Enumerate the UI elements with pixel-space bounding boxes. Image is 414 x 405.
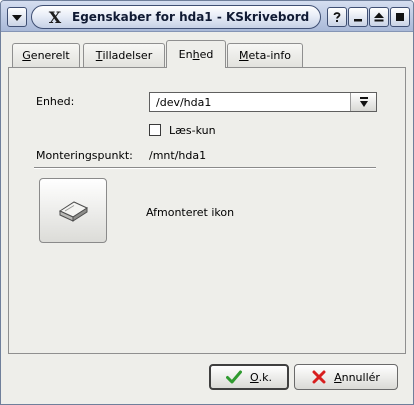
tab-label: ed	[199, 48, 214, 61]
title-bar[interactable]: X Egenskaber for hda1 - KSkrivebord	[1, 1, 413, 32]
tab-label: illadelser	[102, 49, 153, 62]
tab-label: enerelt	[30, 49, 70, 62]
device-value: /dev/hda1	[156, 95, 212, 109]
device-label: Enhed:	[36, 95, 75, 108]
menu-icon	[12, 15, 22, 21]
window-title: Egenskaber for hda1 - KSkrivebord	[72, 10, 310, 24]
cancel-button[interactable]: Annullér	[294, 364, 398, 390]
minimize-icon	[354, 19, 362, 22]
help-button[interactable]	[327, 7, 347, 27]
tab-generelt[interactable]: Generelt	[12, 43, 80, 67]
minimize-button[interactable]	[348, 7, 368, 27]
ok-label-accel: O	[249, 370, 259, 384]
tab-label: eta-info	[248, 49, 291, 62]
icon-picker-button[interactable]	[39, 178, 107, 243]
tab-meta-info[interactable]: Meta-info	[227, 43, 303, 67]
properties-dialog: X Egenskaber for hda1 - KSkrivebord G en…	[0, 0, 414, 405]
check-icon	[225, 370, 242, 384]
maximize-icon	[374, 12, 384, 22]
readonly-label[interactable]: Læs-kun	[169, 124, 216, 137]
ok-button[interactable]: O .k.	[209, 364, 289, 390]
close-button[interactable]	[390, 7, 410, 27]
cancel-label-accel: A	[334, 370, 342, 384]
help-icon	[333, 12, 341, 22]
window-title-pill[interactable]: X Egenskaber for hda1 - KSkrivebord	[31, 5, 321, 29]
tab-label-accel: h	[192, 48, 200, 61]
tab-label-accel: G	[22, 49, 31, 62]
cancel-x-icon	[312, 370, 326, 384]
x-logo-icon: X	[48, 7, 62, 27]
separator	[34, 167, 376, 169]
readonly-checkbox[interactable]	[149, 124, 161, 136]
close-icon	[396, 13, 404, 21]
mountpoint-label: Monteringspunkt:	[36, 149, 133, 162]
chevron-down-icon	[359, 97, 368, 107]
tab-label: En	[178, 48, 193, 61]
tab-label-accel: T	[95, 49, 103, 62]
icon-label: Afmonteret ikon	[146, 206, 235, 219]
tab-enhed[interactable]: En h ed	[166, 40, 226, 68]
cancel-label: nnullér	[341, 370, 380, 384]
device-combobox[interactable]: /dev/hda1	[149, 92, 377, 112]
mountpoint-value: /mnt/hda1	[149, 149, 207, 162]
drive-unmounted-icon	[58, 200, 89, 222]
tab-pane-enhed: Enhed: /dev/hda1 Læs-kun Monteringspunkt…	[8, 67, 406, 354]
combo-dropdown-button[interactable]	[350, 93, 376, 111]
ok-label: .k.	[258, 370, 273, 384]
tab-label-accel: M	[239, 49, 249, 62]
maximize-button[interactable]	[369, 7, 389, 27]
window-menu-button[interactable]	[7, 7, 27, 27]
tab-tilladelser[interactable]: Tilladelser	[83, 43, 165, 67]
